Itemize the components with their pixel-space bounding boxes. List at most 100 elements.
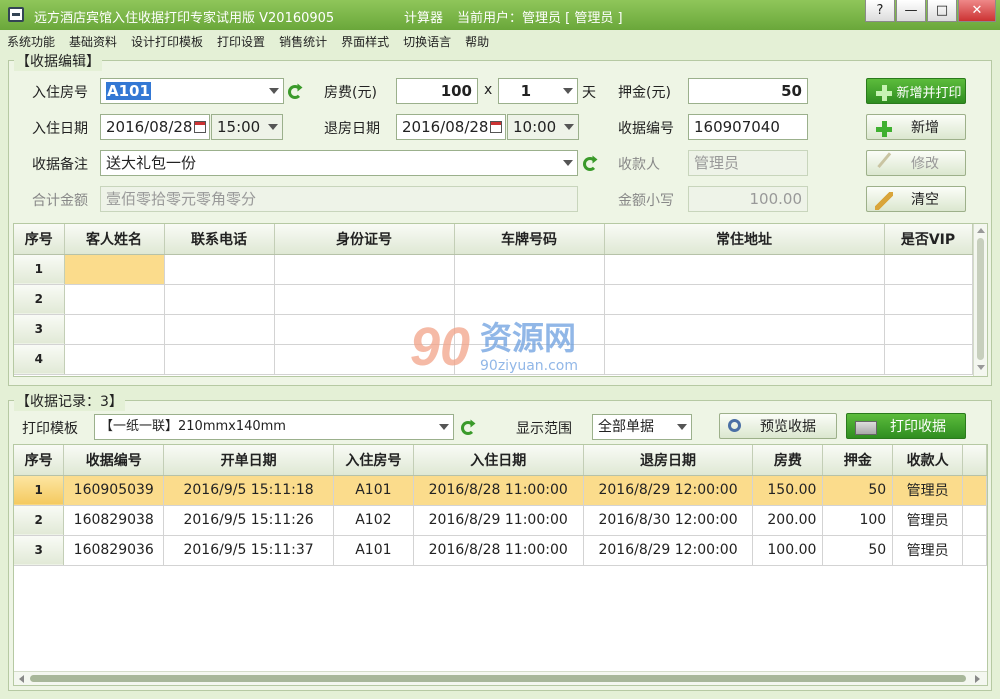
receipt-no-cell[interactable]: 160829038	[63, 505, 165, 536]
refresh-icon[interactable]	[583, 157, 597, 171]
checkout-cell[interactable]: 2016/8/29 12:00:00	[583, 535, 754, 566]
guest-cell[interactable]	[884, 254, 973, 285]
range-select[interactable]: 全部单据	[592, 414, 692, 440]
table-row[interactable]: 3 160829036 2016/9/5 15:11:37 A101 2016/…	[14, 535, 987, 566]
guest-header-no[interactable]: 序号	[14, 224, 65, 255]
note-select[interactable]: 送大礼包一份	[100, 150, 578, 176]
cashier-cell[interactable]: 管理员	[892, 535, 964, 566]
issue-date-cell[interactable]: 2016/9/5 15:11:18	[163, 475, 334, 506]
scroll-right-icon[interactable]	[975, 675, 980, 683]
guest-cell[interactable]	[164, 284, 275, 315]
scroll-up-icon[interactable]	[977, 228, 985, 233]
calculator-link[interactable]: 计算器	[404, 7, 443, 26]
deposit-cell[interactable]: 50	[822, 475, 894, 506]
menu-system[interactable]: 系统功能	[0, 30, 62, 52]
record-header-room[interactable]: 入住房号	[333, 445, 414, 476]
guest-cell[interactable]	[604, 344, 885, 375]
guest-cell[interactable]	[64, 314, 165, 345]
table-row[interactable]: 1	[14, 254, 973, 285]
close-button[interactable]: ✕	[958, 0, 996, 22]
guest-cell[interactable]	[454, 284, 605, 315]
guest-header-phone[interactable]: 联系电话	[164, 224, 275, 255]
refresh-icon[interactable]	[461, 421, 475, 435]
checkout-time-select[interactable]: 10:00	[507, 114, 579, 140]
checkout-cell[interactable]: 2016/8/29 12:00:00	[583, 475, 754, 506]
guest-cell[interactable]	[64, 284, 165, 315]
clear-button[interactable]: 清空	[866, 186, 966, 212]
menu-sales-stats[interactable]: 销售统计	[272, 30, 334, 52]
guest-header-vip[interactable]: 是否VIP	[884, 224, 973, 255]
guest-cell[interactable]	[64, 254, 165, 285]
issue-date-cell[interactable]: 2016/9/5 15:11:37	[163, 535, 334, 566]
checkin-cell[interactable]: 2016/8/28 11:00:00	[413, 475, 584, 506]
issue-date-cell[interactable]: 2016/9/5 15:11:26	[163, 505, 334, 536]
menu-design-template[interactable]: 设计打印模板	[124, 30, 210, 52]
guest-cell[interactable]	[64, 344, 165, 375]
add-and-print-button[interactable]: 新增并打印	[866, 78, 966, 104]
guest-cell[interactable]	[454, 254, 605, 285]
days-select[interactable]: 1	[498, 78, 578, 104]
guest-vertical-scrollbar[interactable]	[973, 224, 987, 376]
scroll-left-icon[interactable]	[19, 675, 24, 683]
guest-cell[interactable]	[164, 314, 275, 345]
receipt-no-input[interactable]: 160907040	[688, 114, 808, 140]
record-header-cashier[interactable]: 收款人	[892, 445, 964, 476]
guest-cell[interactable]	[604, 314, 885, 345]
room-cell[interactable]: A101	[333, 475, 414, 506]
menu-language[interactable]: 切换语言	[396, 30, 458, 52]
guest-header-address[interactable]: 常住地址	[604, 224, 885, 255]
guest-cell[interactable]	[884, 344, 973, 375]
room-select[interactable]: A101	[100, 78, 284, 104]
template-select[interactable]: 【一纸一联】210mmx140mm	[94, 414, 454, 440]
checkin-date-picker[interactable]: 2016/08/28	[100, 114, 210, 140]
deposit-input[interactable]: 50	[688, 78, 808, 104]
deposit-cell[interactable]: 100	[822, 505, 894, 536]
guest-cell[interactable]	[274, 254, 455, 285]
record-header-issue-date[interactable]: 开单日期	[163, 445, 334, 476]
receipt-no-cell[interactable]: 160905039	[63, 475, 165, 506]
checkin-cell[interactable]: 2016/8/28 11:00:00	[413, 535, 584, 566]
rate-cell[interactable]: 200.00	[752, 505, 824, 536]
print-button[interactable]: 打印收据	[846, 413, 966, 439]
menu-print-settings[interactable]: 打印设置	[210, 30, 272, 52]
deposit-cell[interactable]: 50	[822, 535, 894, 566]
guest-cell[interactable]	[164, 344, 275, 375]
receipt-no-cell[interactable]: 160829036	[63, 535, 165, 566]
table-row[interactable]: 1 160905039 2016/9/5 15:11:18 A101 2016/…	[14, 475, 987, 506]
minimize-button[interactable]: —	[896, 0, 926, 22]
guest-cell[interactable]	[884, 284, 973, 315]
room-cell[interactable]: A102	[333, 505, 414, 536]
record-header-rate[interactable]: 房费	[752, 445, 824, 476]
guest-cell[interactable]	[884, 314, 973, 345]
help-button[interactable]: ?	[865, 0, 895, 22]
rate-cell[interactable]: 150.00	[752, 475, 824, 506]
records-horizontal-scrollbar[interactable]	[14, 671, 987, 685]
guest-cell[interactable]	[164, 254, 275, 285]
table-row[interactable]: 2	[14, 284, 973, 315]
cashier-cell[interactable]: 管理员	[892, 475, 964, 506]
preview-button[interactable]: 预览收据	[719, 413, 837, 439]
record-header-no[interactable]: 序号	[14, 445, 65, 476]
guest-header-plate[interactable]: 车牌号码	[454, 224, 605, 255]
checkout-cell[interactable]: 2016/8/30 12:00:00	[583, 505, 754, 536]
scrollbar-thumb[interactable]	[30, 675, 966, 682]
guest-cell[interactable]	[604, 284, 885, 315]
scrollbar-thumb[interactable]	[977, 238, 984, 360]
cashier-cell[interactable]: 管理员	[892, 505, 964, 536]
rate-input[interactable]: 100	[396, 78, 478, 104]
add-button[interactable]: 新增	[866, 114, 966, 140]
record-header-deposit[interactable]: 押金	[822, 445, 894, 476]
rate-cell[interactable]: 100.00	[752, 535, 824, 566]
guest-cell[interactable]	[274, 284, 455, 315]
edit-button[interactable]: 修改	[866, 150, 966, 178]
refresh-icon[interactable]	[288, 85, 302, 99]
guest-cell[interactable]	[604, 254, 885, 285]
checkin-cell[interactable]: 2016/8/29 11:00:00	[413, 505, 584, 536]
menu-help[interactable]: 帮助	[458, 30, 496, 52]
record-header-checkout[interactable]: 退房日期	[583, 445, 754, 476]
record-header-receipt-no[interactable]: 收据编号	[63, 445, 165, 476]
record-header-checkin[interactable]: 入住日期	[413, 445, 584, 476]
scroll-down-icon[interactable]	[977, 365, 985, 370]
guest-header-id[interactable]: 身份证号	[274, 224, 455, 255]
guest-header-name[interactable]: 客人姓名	[64, 224, 165, 255]
